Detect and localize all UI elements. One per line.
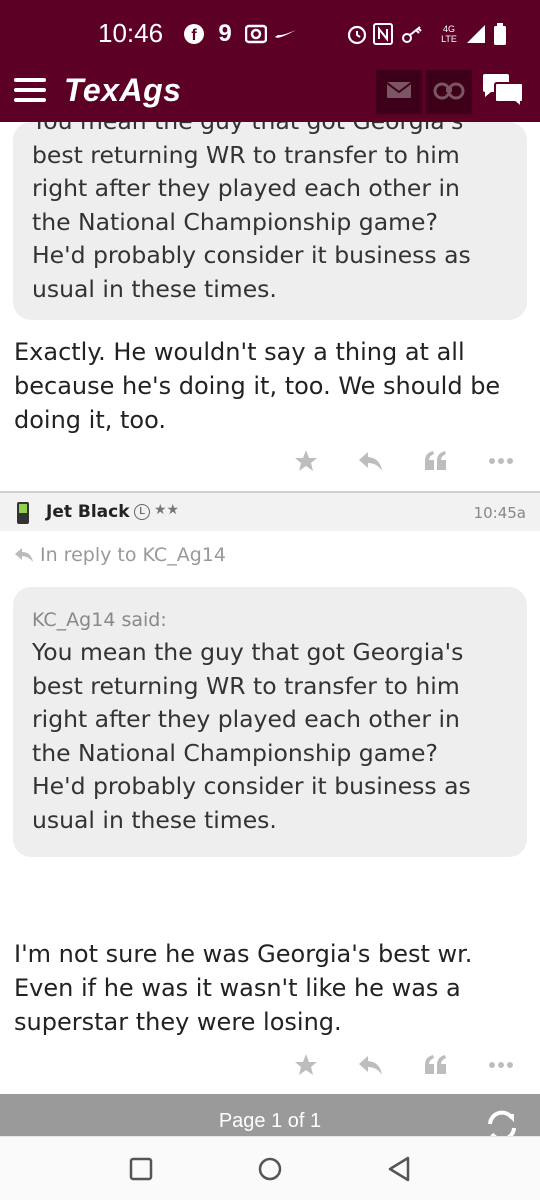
reply-icon[interactable] [356, 446, 386, 476]
post-header: Jet Black L ★★ 10:45a [0, 491, 540, 531]
reply-icon[interactable] [356, 1050, 386, 1080]
camera-icon [244, 22, 268, 46]
quote-icon[interactable] [421, 446, 451, 476]
system-nav-bar [0, 1136, 540, 1200]
facebook-icon: f [182, 22, 206, 46]
status-bar: 10:46 f 9 4G LTE [0, 0, 540, 64]
svg-text:f: f [191, 27, 197, 44]
post-actions [291, 446, 516, 476]
pagination-bar: Page 1 of 1 [0, 1094, 540, 1142]
recents-icon[interactable] [129, 1157, 153, 1185]
in-reply-to-link[interactable]: In reply to KC_Ag14 [14, 544, 226, 566]
post-body: I'm not sure he was Georgia's best wr. E… [14, 940, 473, 1036]
chat-icon [481, 73, 525, 113]
quote-text: You mean the guy that got Georgia's best… [32, 122, 471, 303]
messages-button[interactable] [376, 70, 422, 114]
quote-icon[interactable] [421, 1050, 451, 1080]
author-name[interactable]: Jet Black [46, 502, 130, 522]
app-header: TexAgs [0, 64, 540, 122]
home-icon[interactable] [257, 1156, 283, 1186]
post-time: 10:45a [473, 504, 526, 522]
post-actions [291, 1050, 516, 1080]
alarm-icon [346, 22, 368, 46]
site-logo[interactable]: TexAgs [64, 72, 181, 109]
watch-button[interactable] [426, 70, 472, 114]
quote-block: You mean the guy that got Georgia's best… [13, 122, 527, 320]
nine-app-icon: 9 [218, 20, 232, 47]
page-indicator[interactable]: Page 1 of 1 [0, 1110, 540, 1133]
star-icon[interactable] [291, 446, 321, 476]
quote-text: You mean the guy that got Georgia's best… [32, 638, 471, 834]
phone-device-icon [16, 501, 30, 529]
nfc-icon [372, 22, 394, 46]
chat-button[interactable] [480, 72, 526, 114]
quote-attribution: KC_Ag14 said: [32, 609, 167, 631]
battery-icon [492, 22, 508, 46]
network-type-icon: 4G LTE [441, 24, 457, 44]
menu-icon[interactable] [14, 78, 46, 104]
author-stars: ★★ [154, 502, 180, 518]
more-icon[interactable] [486, 446, 516, 476]
status-time: 10:46 [98, 18, 164, 48]
more-icon[interactable] [486, 1050, 516, 1080]
post-body: Exactly. He wouldn't say a thing at all … [14, 338, 501, 434]
binoculars-icon [433, 80, 465, 104]
back-icon[interactable] [387, 1156, 411, 1186]
quote-block: KC_Ag14 said: You mean the guy that got … [13, 587, 527, 857]
star-icon[interactable] [291, 1050, 321, 1080]
mail-icon [386, 80, 412, 104]
author-badge: L [134, 504, 150, 520]
key-icon [400, 22, 426, 46]
signal-icon [464, 22, 488, 46]
reply-arrow-icon [14, 547, 34, 563]
swoosh-icon [274, 22, 298, 46]
